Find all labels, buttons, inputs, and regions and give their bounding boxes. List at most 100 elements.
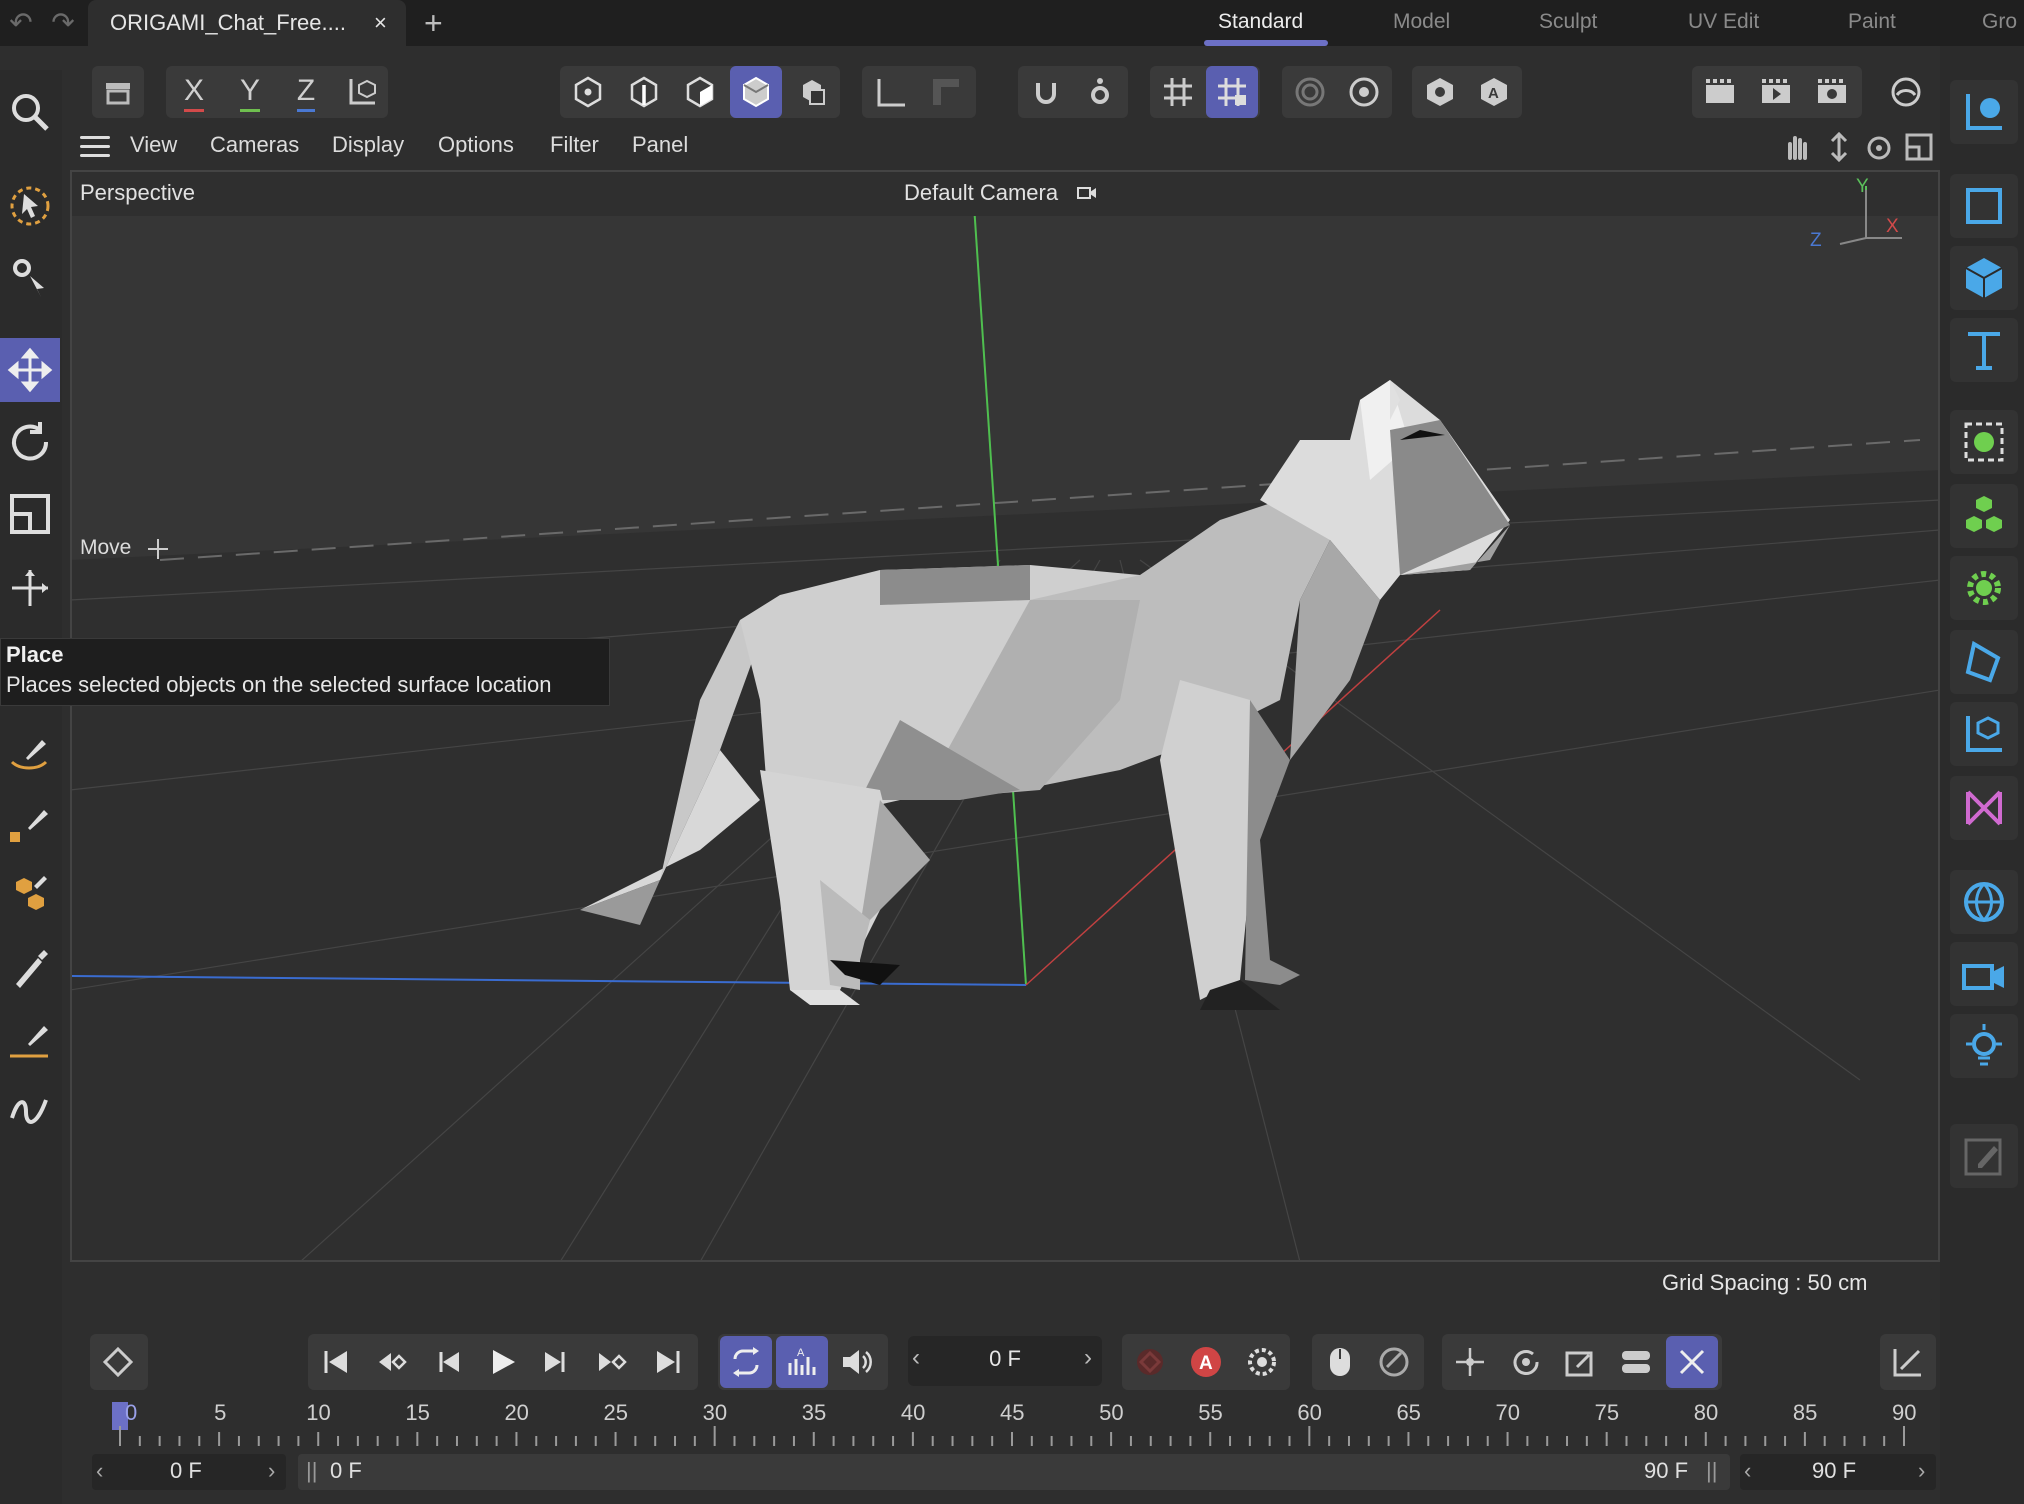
key-rotation-icon[interactable] — [1500, 1336, 1552, 1388]
range-out-handle-icon[interactable]: || — [1706, 1458, 1717, 1484]
frame-increment-icon[interactable]: › — [1084, 1344, 1092, 1372]
move-tool-icon[interactable] — [0, 338, 60, 402]
snap-settings-icon[interactable] — [1074, 66, 1126, 118]
render-to-picture-viewer-icon[interactable] — [1750, 66, 1802, 118]
scale-tool-icon[interactable] — [0, 482, 60, 546]
coordinate-system-icon[interactable] — [336, 66, 388, 118]
viewport-menu-hamburger-icon[interactable] — [80, 136, 110, 158]
y-axis-lock-button[interactable]: Y — [224, 66, 276, 118]
spline-smooth-icon[interactable] — [0, 1006, 60, 1070]
range-start-value[interactable]: 0 F — [170, 1458, 202, 1484]
cloner-placement-icon[interactable] — [0, 860, 60, 924]
rotate-tool-icon[interactable] — [0, 410, 60, 474]
menu-display[interactable]: Display — [332, 132, 404, 158]
autokey-record-icon[interactable]: A — [1180, 1336, 1232, 1388]
range-out-value[interactable]: 90 F — [1644, 1458, 1688, 1484]
maximize-viewport-icon[interactable] — [1904, 132, 1934, 162]
range-end-increment-icon[interactable]: › — [1918, 1458, 1925, 1484]
volume-icon[interactable] — [1950, 776, 2018, 840]
tweak-tool-icon[interactable] — [0, 244, 60, 308]
search-icon[interactable] — [0, 80, 60, 144]
layout-tab-group[interactable]: Gro — [1982, 10, 2017, 34]
menu-filter[interactable]: Filter — [550, 132, 599, 158]
model-mode-icon[interactable] — [730, 66, 782, 118]
close-tab-icon[interactable]: × — [374, 10, 387, 36]
menu-options[interactable]: Options — [438, 132, 514, 158]
cube-primitive-icon[interactable] — [1950, 246, 2018, 310]
frame-decrement-icon[interactable]: ‹ — [912, 1344, 920, 1372]
deformer-icon[interactable] — [1950, 630, 2018, 694]
keyframe-diamond-icon[interactable] — [92, 1336, 144, 1388]
undo-stack-icon[interactable] — [92, 66, 144, 118]
range-start-increment-icon[interactable]: › — [268, 1458, 275, 1484]
record-keyframe-icon[interactable] — [1124, 1336, 1176, 1388]
solo-icon[interactable] — [1284, 66, 1336, 118]
polygons-mode-icon[interactable] — [674, 66, 726, 118]
viewport-settings-icon[interactable] — [1338, 66, 1390, 118]
next-key-icon[interactable] — [586, 1336, 638, 1388]
fcurve-editor-icon[interactable] — [1882, 1336, 1934, 1388]
previous-key-icon[interactable] — [366, 1336, 418, 1388]
layout-tab-sculpt[interactable]: Sculpt — [1539, 10, 1597, 34]
orbit-icon[interactable] — [1864, 132, 1894, 162]
null-object-icon[interactable] — [1950, 174, 2018, 238]
3d-viewport[interactable] — [70, 170, 1940, 1262]
render-settings-icon[interactable] — [1806, 66, 1858, 118]
workplane-grid-icon[interactable] — [1152, 66, 1204, 118]
live-selection-icon[interactable] — [0, 174, 60, 238]
uv-mode-icon[interactable] — [786, 66, 838, 118]
view-name-label[interactable]: Perspective — [80, 180, 195, 206]
camera-icon-small[interactable] — [1076, 184, 1098, 202]
menu-cameras[interactable]: Cameras — [210, 132, 299, 158]
range-end-value[interactable]: 90 F — [1812, 1458, 1856, 1484]
redshift-render-icon[interactable] — [1880, 66, 1932, 118]
previous-frame-icon[interactable] — [422, 1336, 474, 1388]
range-in-handle-icon[interactable]: || — [306, 1458, 317, 1484]
key-position-icon[interactable] — [1444, 1336, 1496, 1388]
pan-hand-icon[interactable] — [1782, 132, 1812, 162]
annotation-icon[interactable]: A — [1468, 66, 1520, 118]
environment-globe-icon[interactable] — [1950, 870, 2018, 934]
range-in-value[interactable]: 0 F — [330, 1458, 362, 1484]
autokey-filter-icon[interactable]: A — [776, 1336, 828, 1388]
go-to-end-icon[interactable] — [642, 1336, 694, 1388]
transform-tool-icon[interactable] — [0, 556, 60, 620]
display-filter-icon[interactable] — [1414, 66, 1466, 118]
cloner-icon[interactable] — [1950, 484, 2018, 548]
edit-pen-icon[interactable] — [1950, 1124, 2018, 1188]
range-start-decrement-icon[interactable]: ‹ — [96, 1458, 103, 1484]
edges-mode-icon[interactable] — [618, 66, 670, 118]
snap-magnet-icon[interactable] — [1020, 66, 1072, 118]
x-axis-lock-button[interactable]: X — [168, 66, 220, 118]
redo-icon[interactable]: ↷ — [46, 9, 80, 37]
key-pla-icon[interactable] — [1666, 1336, 1718, 1388]
key-parameter-icon[interactable] — [1610, 1336, 1662, 1388]
points-mode-icon[interactable] — [562, 66, 614, 118]
play-icon[interactable] — [476, 1336, 528, 1388]
go-to-start-icon[interactable] — [310, 1336, 362, 1388]
field-object-icon[interactable] — [1950, 702, 2018, 766]
dolly-arrows-icon[interactable] — [1824, 132, 1854, 162]
camera-icon[interactable] — [1950, 942, 2018, 1006]
z-axis-lock-button[interactable]: Z — [280, 66, 332, 118]
layout-tab-standard[interactable]: Standard — [1218, 10, 1303, 34]
next-frame-icon[interactable] — [530, 1336, 582, 1388]
selection-spline-icon[interactable] — [1950, 80, 2018, 144]
render-view-icon[interactable] — [1694, 66, 1746, 118]
loop-icon[interactable] — [720, 1336, 772, 1388]
menu-view[interactable]: View — [130, 132, 177, 158]
menu-panel[interactable]: Panel — [632, 132, 688, 158]
layout-tab-model[interactable]: Model — [1393, 10, 1450, 34]
text-spline-icon[interactable] — [1950, 318, 2018, 382]
document-tab-title[interactable]: ORIGAMI_Chat_Free.... — [110, 10, 346, 36]
camera-name-label[interactable]: Default Camera — [904, 180, 1058, 206]
generator-icon[interactable] — [1950, 410, 2018, 474]
spline-arc-icon[interactable] — [0, 1076, 60, 1140]
effector-gear-icon[interactable] — [1950, 556, 2018, 620]
new-tab-button[interactable]: + — [424, 5, 443, 42]
preview-range-bar[interactable] — [298, 1454, 1730, 1490]
spline-pen-icon[interactable] — [0, 720, 60, 784]
key-scale-icon[interactable] — [1554, 1336, 1606, 1388]
layout-tab-paint[interactable]: Paint — [1848, 10, 1896, 34]
layout-tab-uv-edit[interactable]: UV Edit — [1688, 10, 1759, 34]
